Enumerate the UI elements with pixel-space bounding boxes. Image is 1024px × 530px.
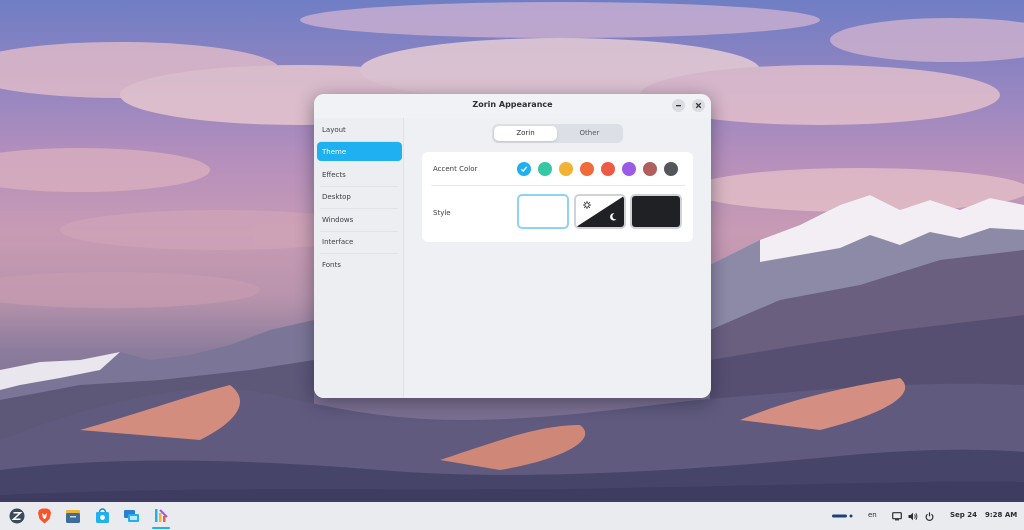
files-icon[interactable] bbox=[64, 507, 82, 525]
zorin-appearance-icon[interactable] bbox=[152, 507, 170, 525]
sidebar-item-desktop[interactable]: Desktop bbox=[317, 187, 402, 206]
active-app-indicator bbox=[152, 527, 170, 529]
style-label: Style bbox=[433, 209, 451, 217]
accent-swatch[interactable] bbox=[559, 162, 573, 176]
accent-swatch[interactable] bbox=[580, 162, 594, 176]
row-divider bbox=[431, 185, 685, 186]
tab-zorin[interactable]: Zorin bbox=[494, 126, 557, 141]
zorin-connect-icon[interactable] bbox=[122, 507, 140, 525]
sidebar: Layout Theme Effects Desktop Windows Int… bbox=[314, 118, 404, 398]
time-display[interactable]: 9:28 AM bbox=[985, 511, 1017, 519]
sidebar-divider bbox=[320, 253, 398, 254]
window-title: Zorin Appearance bbox=[472, 100, 553, 109]
volume-icon[interactable] bbox=[906, 507, 920, 525]
sidebar-divider bbox=[320, 208, 398, 209]
accent-swatch[interactable] bbox=[538, 162, 552, 176]
sidebar-item-windows[interactable]: Windows bbox=[317, 210, 402, 229]
sidebar-item-fonts[interactable]: Fonts bbox=[317, 255, 402, 274]
theme-tabs: Zorin Other bbox=[492, 124, 623, 143]
sidebar-item-interface[interactable]: Interface bbox=[317, 232, 402, 251]
close-icon bbox=[695, 102, 702, 109]
brave-browser-icon[interactable] bbox=[35, 507, 53, 525]
check-icon bbox=[520, 166, 528, 173]
workspace-indicator[interactable] bbox=[832, 507, 854, 525]
theme-settings-panel: Accent Color Style bbox=[422, 152, 693, 242]
minimize-button[interactable] bbox=[672, 99, 685, 112]
power-icon[interactable] bbox=[922, 507, 936, 525]
title-bar[interactable]: Zorin Appearance bbox=[314, 94, 711, 118]
sidebar-item-effects[interactable]: Effects bbox=[317, 165, 402, 184]
keyboard-layout-indicator[interactable]: en bbox=[868, 511, 877, 519]
light-dark-auto-icon bbox=[576, 196, 624, 227]
accent-swatch[interactable] bbox=[622, 162, 636, 176]
sidebar-item-theme[interactable]: Theme bbox=[317, 142, 402, 161]
date-display[interactable]: Sep 24 bbox=[950, 511, 977, 519]
appearance-window: Zorin Appearance Layout Theme Effects De… bbox=[314, 94, 711, 398]
taskbar: en Sep 24 9:28 AM bbox=[0, 502, 1024, 530]
sun-icon bbox=[583, 201, 591, 209]
accent-swatch[interactable] bbox=[664, 162, 678, 176]
style-option-dark[interactable] bbox=[630, 194, 682, 229]
accent-swatch[interactable] bbox=[643, 162, 657, 176]
style-option-light[interactable] bbox=[517, 194, 569, 229]
software-store-icon[interactable] bbox=[93, 507, 111, 525]
close-button[interactable] bbox=[692, 99, 705, 112]
minimize-icon bbox=[676, 105, 681, 107]
accent-swatch-selected[interactable] bbox=[517, 162, 531, 176]
zorin-menu-icon[interactable] bbox=[8, 507, 26, 525]
sidebar-item-layout[interactable]: Layout bbox=[317, 120, 402, 139]
display-icon[interactable] bbox=[890, 507, 904, 525]
tab-other[interactable]: Other bbox=[558, 126, 621, 141]
accent-swatch[interactable] bbox=[601, 162, 615, 176]
accent-color-label: Accent Color bbox=[433, 165, 478, 173]
style-option-auto[interactable] bbox=[574, 194, 626, 229]
